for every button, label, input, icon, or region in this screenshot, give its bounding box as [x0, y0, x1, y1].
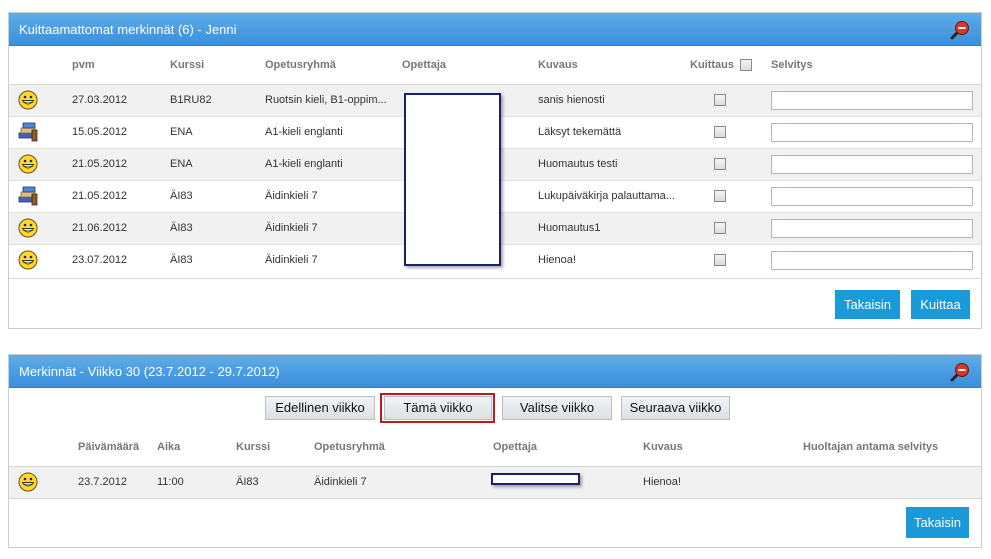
back-button[interactable]: Takaisin — [835, 290, 900, 319]
explanation-input[interactable] — [771, 186, 973, 206]
cell-opetusryhma: Äidinkieli 7 — [265, 243, 402, 276]
col-opetusryhma: Opetusryhmä — [314, 428, 493, 467]
cell-pvm: 21.05.2012 — [72, 179, 170, 212]
col-kuittaus-label: Kuittaus — [690, 58, 734, 71]
redaction-box — [491, 473, 580, 485]
zoom-icon[interactable] — [949, 362, 971, 382]
cell-kurssi: B1RU82 — [170, 83, 265, 116]
col-kurssi: Kurssi — [236, 428, 314, 467]
cell-pvm: 23.07.2012 — [72, 243, 170, 276]
cell-aika: 11:00 — [157, 465, 236, 498]
col-kurssi: Kurssi — [170, 46, 265, 85]
explanation-input[interactable] — [771, 122, 973, 142]
acknowledge-checkbox[interactable] — [714, 94, 726, 107]
redaction-box — [404, 93, 501, 266]
books-icon — [18, 186, 38, 206]
explanation-input[interactable] — [771, 90, 973, 110]
cell-kurssi: ENA — [170, 115, 265, 148]
col-opettaja: Opettaja — [493, 428, 643, 467]
col-opetusryhma: Opetusryhmä — [265, 46, 402, 85]
cell-opetusryhma: Äidinkieli 7 — [314, 465, 493, 498]
acknowledge-checkbox[interactable] — [714, 158, 726, 171]
explanation-input[interactable] — [771, 154, 973, 174]
cell-pvm: 15.05.2012 — [72, 115, 170, 148]
cell-kurssi: ÄI83 — [170, 243, 265, 276]
cell-kurssi: ÄI83 — [236, 465, 314, 498]
acknowledge-checkbox[interactable] — [714, 190, 726, 203]
col-aika: Aika — [157, 428, 236, 467]
cell-kurssi: ENA — [170, 147, 265, 180]
cell-opetusryhma: A1-kieli englanti — [265, 147, 402, 180]
cell-kuvaus: sanis hienosti — [538, 83, 690, 116]
panel-title: Kuittaamattomat merkinnät (6) - Jenni — [19, 22, 237, 37]
cell-kuvaus: Hienoa! — [643, 465, 803, 498]
cell-selvitys — [803, 465, 981, 498]
smiley-icon — [18, 90, 38, 110]
acknowledge-checkbox[interactable] — [714, 254, 726, 267]
explanation-input[interactable] — [771, 250, 973, 270]
cell-pvm: 27.03.2012 — [72, 83, 170, 116]
previous-week-button[interactable]: Edellinen viikko — [265, 396, 375, 420]
col-kuvaus: Kuvaus — [643, 428, 803, 467]
col-paivamaara: Päivämäärä — [78, 428, 157, 467]
zoom-icon[interactable] — [949, 20, 971, 40]
acknowledge-checkbox[interactable] — [714, 126, 726, 139]
cell-kuvaus: Lukupäiväkirja palauttama... — [538, 179, 690, 212]
acknowledge-checkbox[interactable] — [714, 222, 726, 235]
col-kuittaus: Kuittaus — [690, 46, 771, 85]
panel-title: Merkinnät - Viikko 30 (23.7.2012 - 29.7.… — [19, 364, 280, 379]
smiley-icon — [18, 154, 38, 174]
cell-opetusryhma: Ruotsin kieli, B1-oppim... — [265, 83, 402, 116]
cell-kuvaus: Huomautus testi — [538, 147, 690, 180]
cell-paivamaara: 23.7.2012 — [78, 465, 157, 498]
smiley-icon — [18, 472, 38, 492]
cell-kuvaus: Huomautus1 — [538, 211, 690, 244]
back-button[interactable]: Takaisin — [906, 507, 969, 538]
smiley-icon — [18, 250, 38, 270]
weekly-table-wrap: Päivämäärä Aika Kurssi Opetusryhmä Opett… — [9, 428, 981, 499]
next-week-button[interactable]: Seuraava viikko — [621, 396, 730, 420]
col-kuvaus: Kuvaus — [538, 46, 690, 85]
smiley-icon — [18, 218, 38, 238]
explanation-input[interactable] — [771, 218, 973, 238]
this-week-highlight — [380, 393, 495, 423]
books-icon — [18, 122, 38, 142]
panel-header: Merkinnät - Viikko 30 (23.7.2012 - 29.7.… — [9, 355, 981, 388]
cell-kurssi: ÄI83 — [170, 211, 265, 244]
cell-kuvaus: Läksyt tekemättä — [538, 115, 690, 148]
col-selvitys: Huoltajan antama selvitys — [803, 428, 981, 467]
cell-opetusryhma: Äidinkieli 7 — [265, 211, 402, 244]
panel-header: Kuittaamattomat merkinnät (6) - Jenni — [9, 13, 981, 46]
cell-opetusryhma: A1-kieli englanti — [265, 115, 402, 148]
col-selvitys: Selvitys — [771, 46, 981, 85]
cell-pvm: 21.05.2012 — [72, 147, 170, 180]
cell-pvm: 21.06.2012 — [72, 211, 170, 244]
col-pvm: pvm — [72, 46, 170, 85]
col-opettaja: Opettaja — [402, 46, 538, 85]
select-all-checkbox[interactable] — [740, 58, 753, 71]
acknowledge-button[interactable]: Kuittaa — [911, 290, 970, 319]
cell-kurssi: ÄI83 — [170, 179, 265, 212]
weekly-table: Päivämäärä Aika Kurssi Opetusryhmä Opett… — [9, 428, 981, 498]
cell-opetusryhma: Äidinkieli 7 — [265, 179, 402, 212]
cell-kuvaus: Hienoa! — [538, 243, 690, 276]
choose-week-button[interactable]: Valitse viikko — [502, 396, 612, 420]
